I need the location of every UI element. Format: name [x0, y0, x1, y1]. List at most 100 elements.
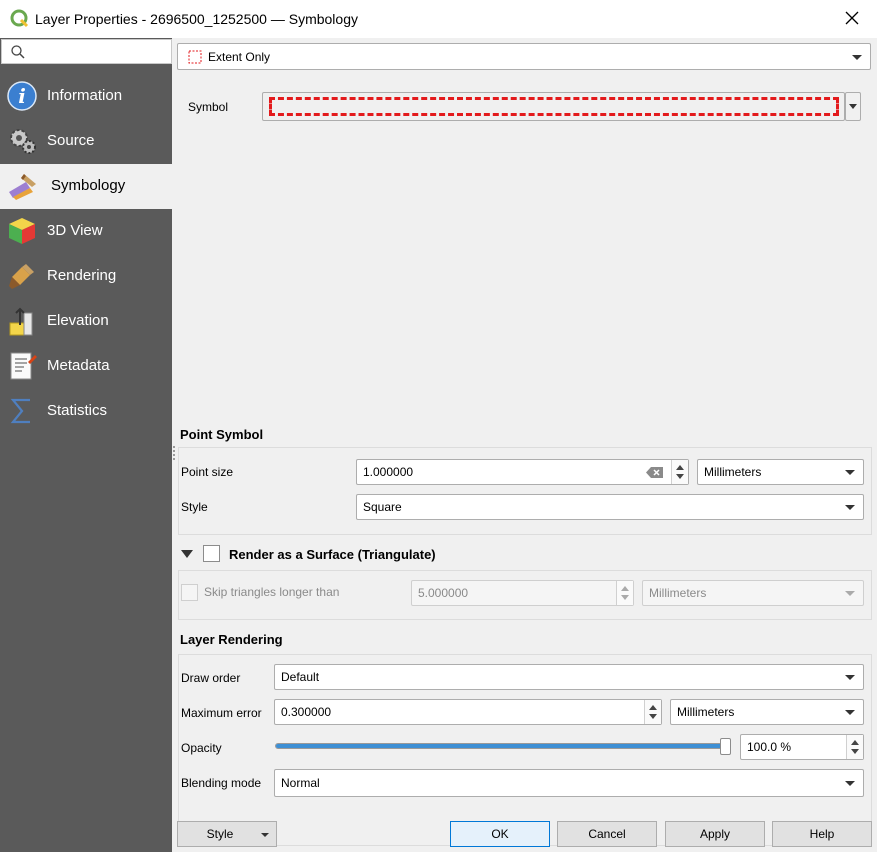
sidebar-item-rendering[interactable]: Rendering [0, 254, 172, 299]
blending-mode-select[interactable]: Normal [274, 769, 864, 797]
qgis-logo-icon [10, 9, 29, 28]
opacity-slider-handle[interactable] [720, 738, 731, 755]
spin-down-icon[interactable] [676, 474, 684, 479]
sidebar-item-label: Source [47, 132, 95, 149]
sidebar-item-elevation[interactable]: Elevation [0, 299, 172, 344]
opacity-slider[interactable] [275, 743, 731, 749]
spin-up-icon[interactable] [851, 740, 859, 745]
draw-order-value: Default [281, 670, 320, 684]
render-surface-checkbox[interactable] [203, 545, 220, 562]
help-button[interactable]: Help [772, 821, 872, 847]
draw-order-label: Draw order [181, 671, 241, 685]
sidebar-item-label: Rendering [47, 267, 117, 284]
sidebar-item-label: Symbology [51, 177, 126, 194]
max-error-value: 0.300000 [281, 705, 332, 719]
symbology-icon [9, 174, 36, 200]
elevation-icon [9, 307, 33, 336]
point-size-label: Point size [181, 465, 234, 479]
chevron-down-icon [852, 54, 862, 60]
cancel-button[interactable]: Cancel [557, 821, 657, 847]
apply-button-label: Apply [699, 827, 731, 841]
symbology-panel: Extent Only Symbol Point Symbol Point si… [172, 38, 877, 852]
blending-mode-value: Normal [281, 776, 320, 790]
spin-buttons[interactable] [846, 735, 863, 759]
max-error-spinbox[interactable]: 0.300000 [274, 699, 662, 725]
symbol-menu-button[interactable] [845, 92, 861, 121]
close-icon[interactable] [841, 7, 863, 29]
chevron-down-icon [845, 470, 855, 475]
collapse-triangle-icon[interactable] [181, 550, 193, 558]
window-title: Layer Properties - 2696500_1252500 — Sym… [35, 11, 358, 27]
spin-buttons[interactable] [644, 700, 661, 724]
point-size-value: 1.000000 [363, 465, 414, 479]
help-button-label: Help [809, 827, 835, 841]
apply-button[interactable]: Apply [665, 821, 765, 847]
rendering-icon [9, 264, 34, 289]
opacity-label: Opacity [181, 741, 222, 755]
source-icon [10, 129, 36, 154]
spin-down-icon[interactable] [851, 749, 859, 754]
search-icon [11, 45, 25, 59]
information-icon: i [7, 81, 37, 111]
opacity-slider-fill [276, 744, 730, 748]
point-size-unit-select[interactable]: Millimeters [697, 459, 864, 485]
opacity-value: 100.0 % [747, 740, 792, 754]
cancel-button-label: Cancel [588, 827, 626, 841]
sidebar-item-statistics[interactable]: Statistics [0, 389, 172, 434]
symbol-preview [269, 97, 839, 116]
spin-up-icon[interactable] [621, 586, 629, 591]
chevron-down-icon [849, 104, 857, 109]
sidebar-item-label: Information [47, 87, 123, 104]
layer-rendering-heading: Layer Rendering [180, 632, 283, 647]
sidebar-item-label: Elevation [47, 312, 109, 329]
skip-triangles-label: Skip triangles longer than [204, 585, 340, 599]
ok-button[interactable]: OK [450, 821, 550, 847]
sidebar-item-source[interactable]: Source [0, 119, 172, 164]
point-size-unit-value: Millimeters [704, 465, 762, 479]
style-label: Style [181, 500, 208, 514]
sidebar-item-metadata[interactable]: Metadata [0, 344, 172, 389]
point-style-select[interactable]: Square [356, 494, 864, 520]
spin-up-icon[interactable] [649, 705, 657, 710]
chevron-down-icon [261, 833, 269, 837]
spin-buttons[interactable] [671, 460, 688, 484]
sidebar: i Information Source Symbology 3D View R… [0, 38, 172, 852]
3d-view-icon [9, 218, 35, 244]
ok-button-label: OK [491, 827, 509, 841]
title-bar: Layer Properties - 2696500_1252500 — Sym… [0, 0, 877, 38]
point-style-value: Square [363, 500, 402, 514]
sidebar-item-information[interactable]: i Information [0, 74, 172, 119]
max-error-unit-select[interactable]: Millimeters [670, 699, 864, 725]
draw-order-select[interactable]: Default [274, 664, 864, 690]
sidebar-item-label: Metadata [47, 357, 110, 374]
skip-triangles-checkbox[interactable] [181, 584, 198, 601]
chevron-down-icon [845, 505, 855, 510]
render-surface-heading: Render as a Surface (Triangulate) [229, 547, 436, 562]
skip-triangles-unit-select[interactable]: Millimeters [642, 580, 864, 606]
sidebar-item-symbology[interactable]: Symbology [0, 164, 172, 209]
opacity-spinbox[interactable]: 100.0 % [740, 734, 864, 760]
sidebar-item-label: Statistics [47, 402, 108, 419]
spin-buttons[interactable] [616, 581, 633, 605]
skip-triangles-spinbox[interactable]: 5.000000 [411, 580, 634, 606]
statistics-icon [10, 398, 30, 424]
skip-triangles-value: 5.000000 [418, 586, 469, 600]
chevron-down-icon [845, 675, 855, 680]
chevron-down-icon [845, 781, 855, 786]
spin-down-icon[interactable] [649, 714, 657, 719]
search-input[interactable] [30, 42, 165, 61]
style-menu-button[interactable]: Style [177, 821, 277, 847]
renderer-select-value: Extent Only [208, 49, 271, 64]
spin-up-icon[interactable] [676, 465, 684, 470]
sidebar-item-3d-view[interactable]: 3D View [0, 209, 172, 254]
point-symbol-heading: Point Symbol [180, 427, 264, 442]
splitter-handle[interactable] [173, 446, 175, 460]
search-box[interactable] [1, 39, 172, 64]
extent-only-icon [188, 50, 202, 64]
sidebar-item-label: 3D View [47, 222, 103, 239]
renderer-select[interactable]: Extent Only [177, 43, 871, 70]
point-size-spinbox[interactable]: 1.000000 [356, 459, 689, 485]
spin-down-icon[interactable] [621, 595, 629, 600]
clear-icon[interactable] [646, 466, 664, 479]
symbol-button[interactable] [262, 92, 845, 121]
